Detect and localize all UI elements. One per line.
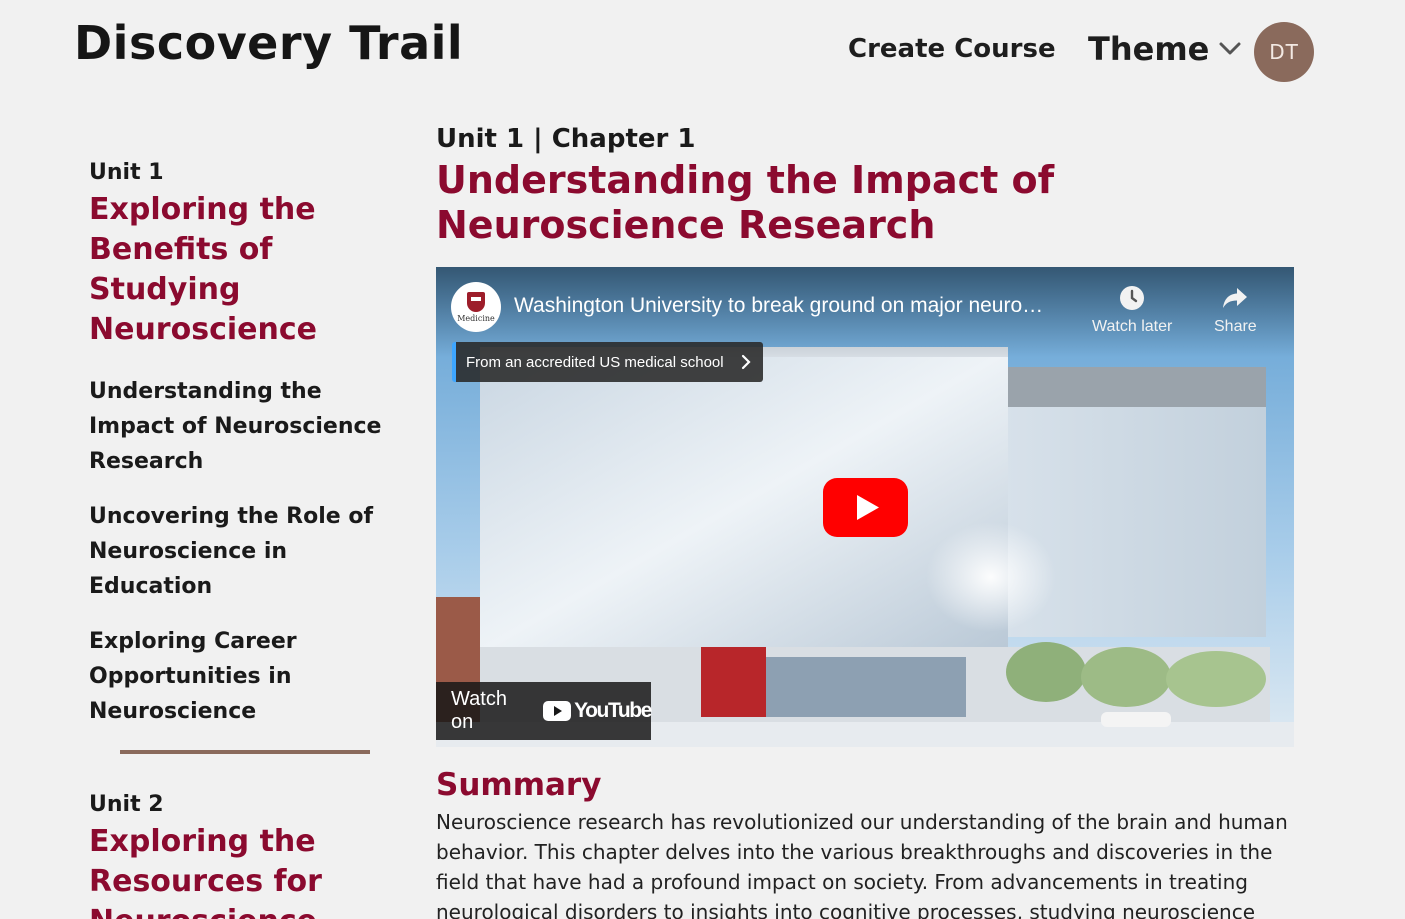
- share-icon: [1220, 283, 1250, 313]
- youtube-icon: [543, 701, 572, 721]
- video-title[interactable]: Washington University to break ground on…: [514, 294, 1082, 318]
- info-chip-text: From an accredited US medical school: [466, 353, 724, 371]
- chapter-link[interactable]: Understanding the Impact of Neuroscience…: [89, 374, 399, 479]
- top-header: Discovery Trail Create Course Theme DT: [0, 0, 1405, 90]
- youtube-wordmark: YouTube: [574, 699, 652, 722]
- brand-title[interactable]: Discovery Trail: [74, 16, 463, 70]
- page-title: Understanding the Impact of Neuroscience…: [436, 158, 1055, 247]
- play-icon: [823, 478, 908, 537]
- share-button[interactable]: Share: [1214, 283, 1257, 336]
- video-player[interactable]: Medicine Washington University to break …: [436, 267, 1294, 747]
- unit-2: Unit 2 Exploring the Resources for Neuro…: [89, 790, 399, 919]
- chapter-link[interactable]: Exploring Career Opportunities in Neuros…: [89, 624, 399, 729]
- shield-icon: [467, 291, 485, 312]
- youtube-logo: YouTube: [543, 699, 652, 723]
- chevron-right-icon: [741, 354, 751, 374]
- unit-divider: [120, 750, 370, 754]
- summary-text: Neuroscience research has revolutionized…: [436, 810, 1288, 919]
- info-chip[interactable]: From an accredited US medical school: [452, 342, 763, 382]
- channel-logo[interactable]: Medicine: [451, 282, 501, 332]
- chevron-down-icon: [1219, 38, 1241, 60]
- create-course-link[interactable]: Create Course: [848, 34, 1056, 64]
- unit-label: Unit 2: [89, 792, 164, 817]
- chapter-link[interactable]: Uncovering the Role of Neuroscience in E…: [89, 499, 399, 604]
- summary-heading: Summary: [436, 767, 602, 803]
- watch-on-label: Watch on: [451, 688, 507, 733]
- chapter-list: Understanding the Impact of Neuroscience…: [89, 374, 399, 729]
- unit-title-link[interactable]: Exploring the Benefits of Studying Neuro…: [89, 190, 399, 350]
- chapter-content: Unit 1 | Chapter 1 Understanding the Imp…: [436, 122, 1296, 248]
- avatar[interactable]: DT: [1254, 22, 1314, 82]
- breadcrumb: Unit 1 | Chapter 1: [436, 124, 696, 154]
- unit-title-link[interactable]: Exploring the Resources for Neuroscience: [89, 822, 399, 919]
- share-label: Share: [1214, 318, 1257, 335]
- watch-on-youtube-button[interactable]: Watch on YouTube: [436, 682, 652, 740]
- unit-label: Unit 1: [89, 160, 164, 185]
- course-sidebar: Unit 1 Exploring the Benefits of Studyin…: [89, 158, 399, 919]
- channel-logo-text: Medicine: [457, 313, 495, 323]
- theme-dropdown[interactable]: Theme: [1088, 30, 1241, 68]
- unit-1: Unit 1 Exploring the Benefits of Studyin…: [89, 158, 399, 729]
- watch-later-label: Watch later: [1092, 318, 1173, 335]
- watch-later-button[interactable]: Watch later: [1092, 283, 1172, 336]
- clock-icon: [1117, 283, 1147, 313]
- theme-label: Theme: [1088, 30, 1210, 68]
- play-button[interactable]: [823, 478, 908, 537]
